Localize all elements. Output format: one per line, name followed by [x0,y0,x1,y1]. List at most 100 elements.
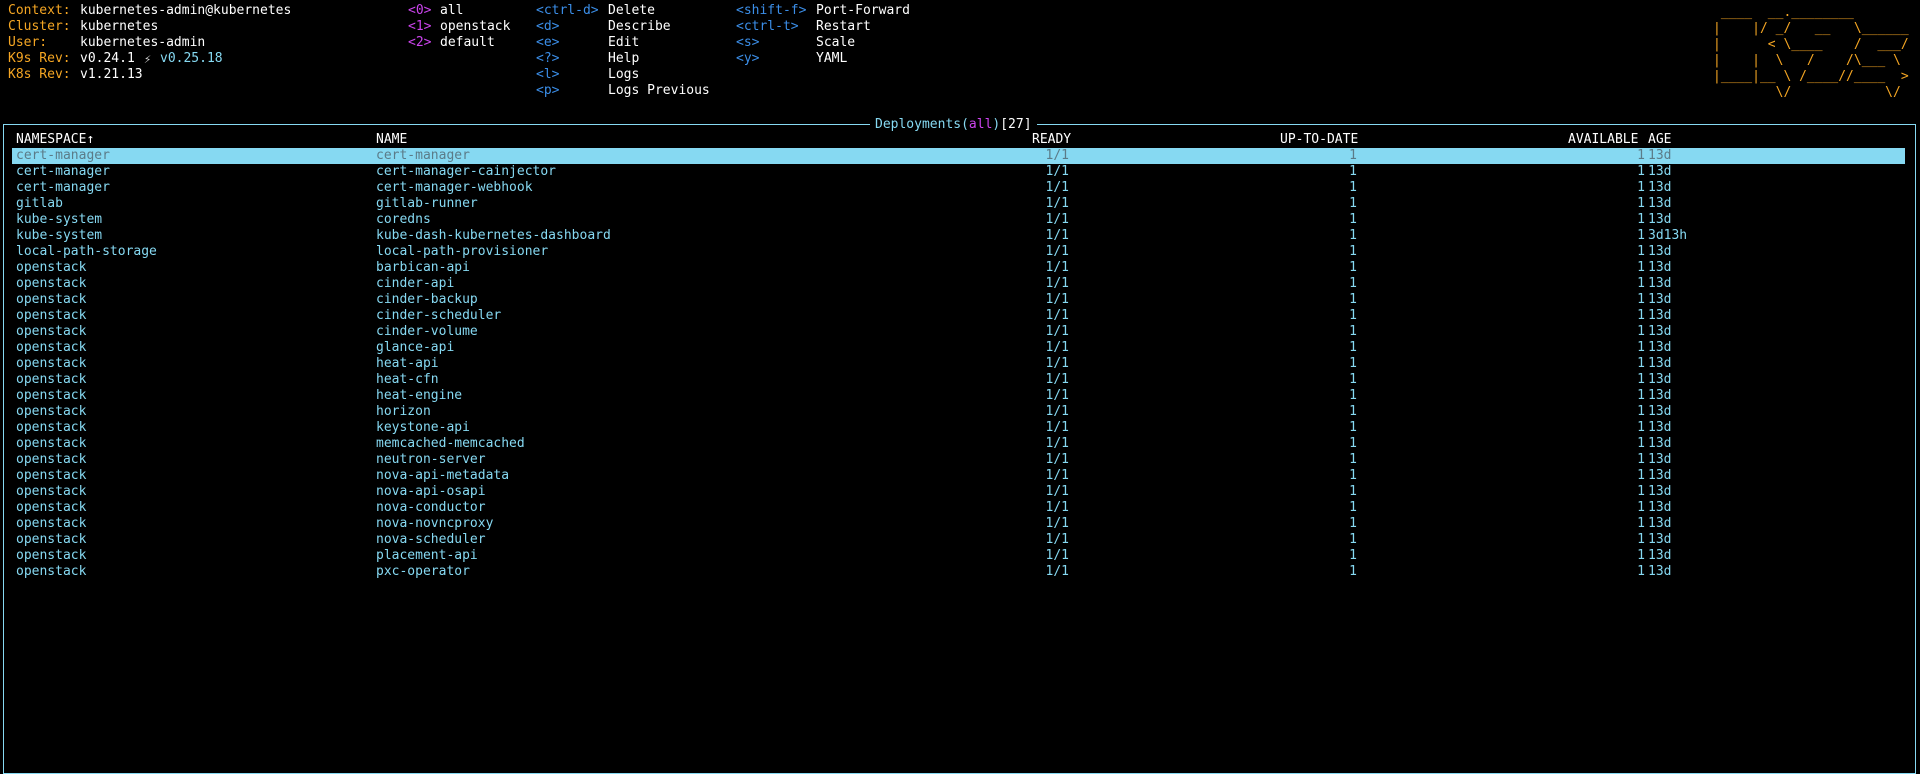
cell-age: 13d [1648,148,1672,163]
cell-uptodate: 1 [1349,324,1357,339]
shortcut-key[interactable]: <p> [536,83,559,99]
cell-available: 1 [1637,564,1645,579]
table-row[interactable]: openstack pxc-operator 1/1 1 1 13d [12,564,1905,580]
cell-ready: 1/1 [1045,564,1069,579]
table-row[interactable]: openstack heat-engine 1/1 1 1 13d [12,388,1905,404]
table-row[interactable]: cert-manager cert-manager-cainjector 1/1 1 1… [12,164,1905,180]
cell-namespace: openstack [16,436,87,451]
shortcut-key[interactable]: <y> [736,51,759,67]
cell-name: nova-api-metadata [376,468,510,483]
table-row[interactable]: openstack memcached-memcached 1/1 1 1 13d [12,436,1905,452]
namespace-key[interactable]: <0> [408,3,431,19]
shortcut-key[interactable]: <shift-f> [736,3,806,19]
col-uptodate[interactable]: UP-TO-DATE [1280,132,1358,148]
shortcut-key[interactable]: <d> [536,19,559,35]
table-row[interactable]: local-path-storage local-path-provisioner… [12,244,1905,260]
table-row[interactable]: openstack cinder-volume 1/1 1 1 13d [12,324,1905,340]
cell-available: 1 [1637,436,1645,451]
cell-age: 13d [1648,452,1672,467]
col-namespace[interactable]: NAMESPACE↑ [16,132,94,148]
k9s-logo: ____ __.________ | |/ _/ __ \______ | < … [1713,5,1909,100]
table-row[interactable]: openstack nova-api-metadata 1/1 1 1 13d [12,468,1905,484]
table-row[interactable]: openstack nova-conductor 1/1 1 1 13d [12,500,1905,516]
table-row[interactable]: openstack neutron-server 1/1 1 1 13d [12,452,1905,468]
cell-age: 13d [1648,276,1672,291]
cell-ready: 1/1 [1045,340,1069,355]
table-row[interactable]: openstack barbican-api 1/1 1 1 13d [12,260,1905,276]
cell-namespace: gitlab [16,196,63,211]
table-row[interactable]: openstack nova-api-osapi 1/1 1 1 13d [12,484,1905,500]
cell-name: cert-manager-webhook [376,180,533,195]
table-row[interactable]: openstack heat-api 1/1 1 1 13d [12,356,1905,372]
cell-uptodate: 1 [1349,196,1357,211]
cell-namespace: openstack [16,388,87,403]
cell-available: 1 [1637,212,1645,227]
cell-namespace: openstack [16,420,87,435]
table-row[interactable]: openstack cinder-backup 1/1 1 1 13d [12,292,1905,308]
cell-name: nova-scheduler [376,532,486,547]
cell-uptodate: 1 [1349,292,1357,307]
cell-uptodate: 1 [1349,340,1357,355]
shortcut-label: Describe [608,19,671,34]
table-row[interactable]: cert-manager cert-manager-webhook 1/1 1 1 13d [12,180,1905,196]
cell-uptodate: 1 [1349,516,1357,531]
table-row[interactable]: gitlab gitlab-runner 1/1 1 1 13d [12,196,1905,212]
table-row[interactable]: openstack nova-scheduler 1/1 1 1 13d [12,532,1905,548]
table-row[interactable]: kube-system kube-dash-kubernetes-dashboar… [12,228,1905,244]
info-label: Context: [8,3,71,18]
cell-namespace: openstack [16,340,87,355]
info-value: v1.21.13 [80,67,143,82]
namespace-key[interactable]: <1> [408,19,431,35]
cell-namespace: openstack [16,548,87,563]
cell-available: 1 [1637,148,1645,163]
cell-ready: 1/1 [1045,500,1069,515]
table-row[interactable]: openstack placement-api 1/1 1 1 13d [12,548,1905,564]
shortcut-key[interactable]: <ctrl-t> [736,19,799,35]
cell-name: keystone-api [376,420,470,435]
table-row[interactable]: openstack heat-cfn 1/1 1 1 13d [12,372,1905,388]
shortcut-label: Help [608,51,640,66]
cell-uptodate: 1 [1349,212,1357,227]
shortcut-key[interactable]: <s> [736,35,759,51]
cell-namespace: cert-manager [16,148,110,163]
cell-uptodate: 1 [1349,452,1357,467]
table-row[interactable]: kube-system coredns 1/1 1 1 13d [12,212,1905,228]
cell-available: 1 [1637,164,1645,179]
cell-name: gitlab-runner [376,196,478,211]
cell-name: nova-novncproxy [376,516,494,531]
cell-age: 13d [1648,292,1672,307]
table-row[interactable]: openstack nova-novncproxy 1/1 1 1 13d [12,516,1905,532]
namespace-key[interactable]: <2> [408,35,431,51]
cell-namespace: openstack [16,292,87,307]
col-name[interactable]: NAME [376,132,407,148]
table-row[interactable]: openstack cinder-scheduler 1/1 1 1 13d [12,308,1905,324]
info-label: User: [8,35,48,50]
cell-name: horizon [376,404,431,419]
cell-available: 1 [1637,356,1645,371]
cell-available: 1 [1637,404,1645,419]
shortcut-key[interactable]: <e> [536,35,559,51]
cell-name: pxc-operator [376,564,470,579]
shortcut-key[interactable]: <l> [536,67,559,83]
cell-name: cinder-volume [376,324,478,339]
table-row[interactable]: openstack keystone-api 1/1 1 1 13d [12,420,1905,436]
table-row[interactable]: cert-manager cert-manager 1/1 1 1 13d [12,148,1905,164]
cell-namespace: openstack [16,516,87,531]
cell-uptodate: 1 [1349,308,1357,323]
col-available[interactable]: AVAILABLE [1568,132,1638,148]
col-ready[interactable]: READY [1032,132,1071,148]
table-row[interactable]: openstack glance-api 1/1 1 1 13d [12,340,1905,356]
cell-age: 13d [1648,308,1672,323]
cell-name: cinder-scheduler [376,308,502,323]
cell-ready: 1/1 [1045,212,1069,227]
cell-age: 13d [1648,564,1672,579]
shortcut-key[interactable]: <ctrl-d> [536,3,599,19]
cell-available: 1 [1637,516,1645,531]
table-row[interactable]: openstack horizon 1/1 1 1 13d [12,404,1905,420]
cell-ready: 1/1 [1045,420,1069,435]
col-age[interactable]: AGE [1648,132,1671,148]
table-row[interactable]: openstack cinder-api 1/1 1 1 13d [12,276,1905,292]
cell-namespace: openstack [16,276,87,291]
shortcut-key[interactable]: <?> [536,51,559,67]
info-label: K8s Rev: [8,67,71,82]
